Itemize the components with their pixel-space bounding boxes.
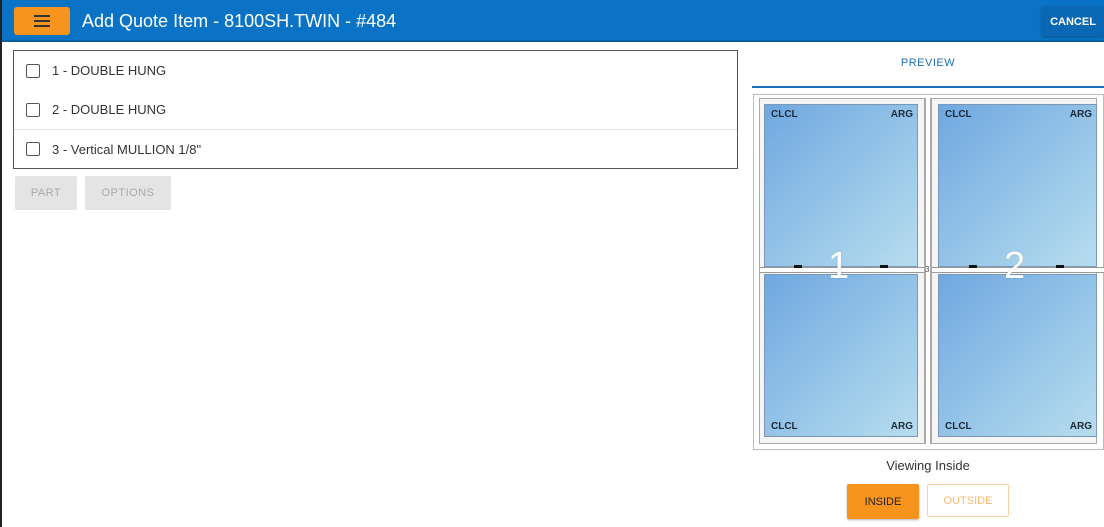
lock-icon	[794, 265, 802, 268]
glass-label: ARG	[1069, 109, 1092, 120]
list-item[interactable]: 3 - Vertical MULLION 1/8"	[14, 129, 737, 168]
item-label: 1 - DOUBLE HUNG	[52, 63, 167, 78]
viewing-status: Viewing Inside	[886, 458, 970, 473]
item-label: 3 - Vertical MULLION 1/8"	[52, 141, 202, 157]
inside-button[interactable]: INSIDE	[847, 484, 919, 519]
unit-number: 1	[828, 245, 850, 287]
options-button[interactable]: OPTIONS	[85, 176, 171, 210]
page-title: Add Quote Item - 8100SH.TWIN - #484	[82, 11, 397, 31]
lock-icon	[880, 265, 888, 268]
list-item[interactable]: 1 - DOUBLE HUNG	[14, 51, 737, 90]
lock-icon	[969, 265, 977, 268]
item-checkbox[interactable]	[26, 142, 40, 156]
lock-icon	[1056, 265, 1064, 268]
unit-1-top-glass[interactable]: CLCL ARG	[764, 104, 918, 267]
header-bar: Add Quote Item - 8100SH.TWIN - #484 CANC…	[2, 0, 1104, 42]
menu-button[interactable]	[14, 7, 70, 35]
window-preview: CLCL ARG CLCL ARG 1 3 CLCL ARG CLCL ARG …	[753, 94, 1104, 450]
mullion-label: 3	[925, 265, 930, 274]
cancel-button[interactable]: CANCEL	[1042, 7, 1104, 36]
glass-label: CLCL	[771, 109, 798, 120]
unit-number: 2	[1004, 245, 1026, 287]
view-toggle: INSIDE OUTSIDE	[847, 484, 1009, 519]
list-item[interactable]: 2 - DOUBLE HUNG	[14, 90, 737, 129]
glass-label: ARG	[1069, 421, 1092, 432]
quote-item-list: 1 - DOUBLE HUNG 2 - DOUBLE HUNG 3 - Vert…	[13, 50, 738, 169]
glass-label: CLCL	[945, 109, 972, 120]
glass-label: ARG	[890, 421, 913, 432]
unit-2-bottom-glass[interactable]: CLCL ARG	[938, 274, 1097, 437]
glass-label: CLCL	[771, 421, 798, 432]
menu-icon	[34, 15, 50, 27]
outside-button[interactable]: OUTSIDE	[927, 484, 1009, 517]
item-checkbox[interactable]	[26, 63, 40, 78]
part-button[interactable]: PART	[15, 176, 77, 210]
tab-preview[interactable]: PREVIEW	[752, 48, 1104, 88]
unit-1-bottom-glass[interactable]: CLCL ARG	[764, 274, 918, 437]
item-action-row: PART OPTIONS	[15, 176, 171, 210]
unit-2-top-glass[interactable]: CLCL ARG	[938, 104, 1097, 267]
glass-label: ARG	[890, 109, 913, 120]
glass-label: CLCL	[945, 421, 972, 432]
item-label: 2 - DOUBLE HUNG	[52, 102, 167, 117]
item-checkbox[interactable]	[26, 102, 40, 117]
